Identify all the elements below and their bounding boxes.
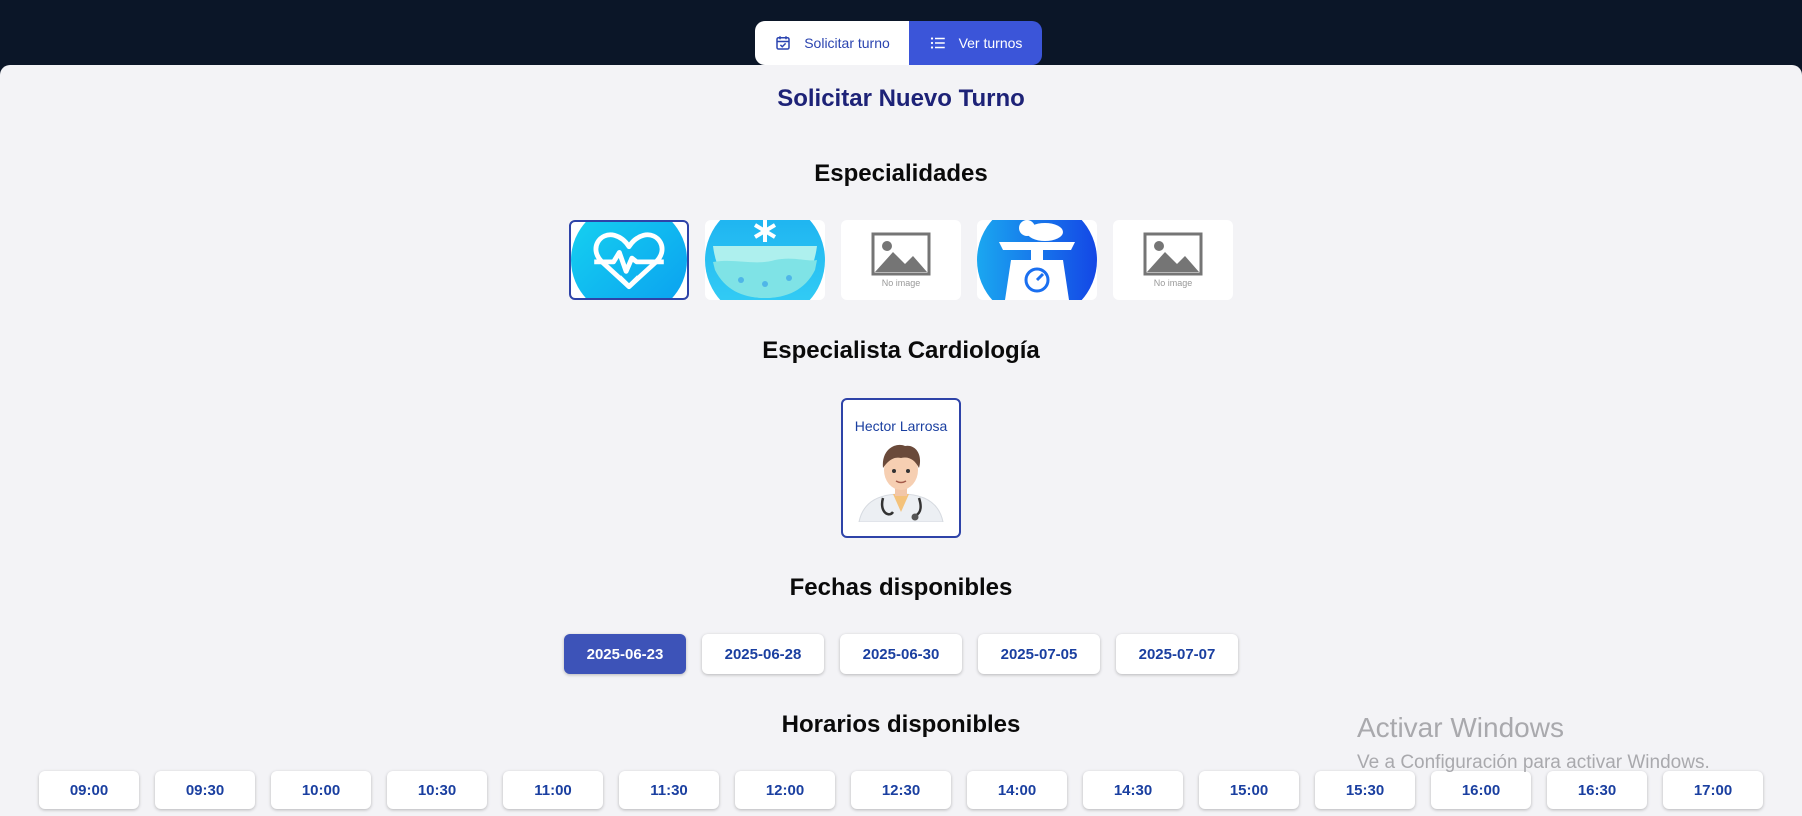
specialty-card-2[interactable] xyxy=(705,220,825,300)
time-button[interactable]: 10:30 xyxy=(387,771,487,809)
tab-request-label: Solicitar turno xyxy=(804,35,890,51)
no-image-icon xyxy=(1143,232,1203,276)
tab-view-appointments[interactable]: Ver turnos xyxy=(909,21,1042,65)
time-button[interactable]: 14:00 xyxy=(967,771,1067,809)
time-button[interactable]: 10:00 xyxy=(271,771,371,809)
nav-tabs: Solicitar turno Ver turnos xyxy=(755,21,1042,65)
specialty-card-cardiology[interactable] xyxy=(569,220,689,300)
no-image-label: No image xyxy=(881,278,921,288)
specialty-card-4[interactable] xyxy=(977,220,1097,300)
time-button[interactable]: 15:30 xyxy=(1315,771,1415,809)
time-button[interactable]: 09:00 xyxy=(39,771,139,809)
time-button[interactable]: 17:00 xyxy=(1663,771,1763,809)
calendar-check-icon xyxy=(776,36,790,50)
tab-request-appointment[interactable]: Solicitar turno xyxy=(755,21,909,65)
times-heading: Horarios disponibles xyxy=(781,711,1021,738)
time-button[interactable]: 11:30 xyxy=(619,771,719,809)
time-button[interactable]: 16:00 xyxy=(1431,771,1531,809)
date-button[interactable]: 2025-07-07 xyxy=(1116,634,1238,674)
specialist-list: Hector Larrosa xyxy=(0,398,1802,538)
time-button[interactable]: 14:30 xyxy=(1083,771,1183,809)
bowl-snowflake-icon xyxy=(705,220,825,300)
time-button[interactable]: 12:30 xyxy=(851,771,951,809)
dates-list: 2025-06-23 2025-06-28 2025-06-30 2025-07… xyxy=(0,634,1802,674)
date-button[interactable]: 2025-06-30 xyxy=(840,634,962,674)
time-button[interactable]: 16:30 xyxy=(1547,771,1647,809)
doctor-card[interactable]: Hector Larrosa xyxy=(841,398,961,538)
no-image-icon xyxy=(871,232,931,276)
specialist-heading: Especialista Cardiología xyxy=(762,337,1040,364)
time-button[interactable]: 15:00 xyxy=(1199,771,1299,809)
heart-pulse-icon xyxy=(571,222,687,298)
baby-scale-icon xyxy=(977,220,1097,300)
date-button[interactable]: 2025-06-28 xyxy=(702,634,824,674)
specialties-heading: Especialidades xyxy=(814,160,988,187)
specialty-card-5[interactable]: No image xyxy=(1113,220,1233,300)
list-icon xyxy=(930,37,945,49)
tab-list-label: Ver turnos xyxy=(958,35,1023,51)
time-button[interactable]: 11:00 xyxy=(503,771,603,809)
main-panel: Solicitar Nuevo Turno Especialidades No … xyxy=(0,65,1802,816)
page-title: Solicitar Nuevo Turno xyxy=(777,85,1025,112)
no-image-label: No image xyxy=(1153,278,1193,288)
dates-heading: Fechas disponibles xyxy=(789,574,1013,601)
specialty-card-3[interactable]: No image xyxy=(841,220,961,300)
doctor-avatar xyxy=(858,444,944,523)
time-button[interactable]: 09:30 xyxy=(155,771,255,809)
date-button[interactable]: 2025-06-23 xyxy=(564,634,686,674)
specialties-list: No image No image xyxy=(0,220,1802,300)
doctor-name: Hector Larrosa xyxy=(854,418,948,434)
times-list: 09:00 09:30 10:00 10:30 11:00 11:30 12:0… xyxy=(0,771,1802,809)
date-button[interactable]: 2025-07-05 xyxy=(978,634,1100,674)
time-button[interactable]: 12:00 xyxy=(735,771,835,809)
